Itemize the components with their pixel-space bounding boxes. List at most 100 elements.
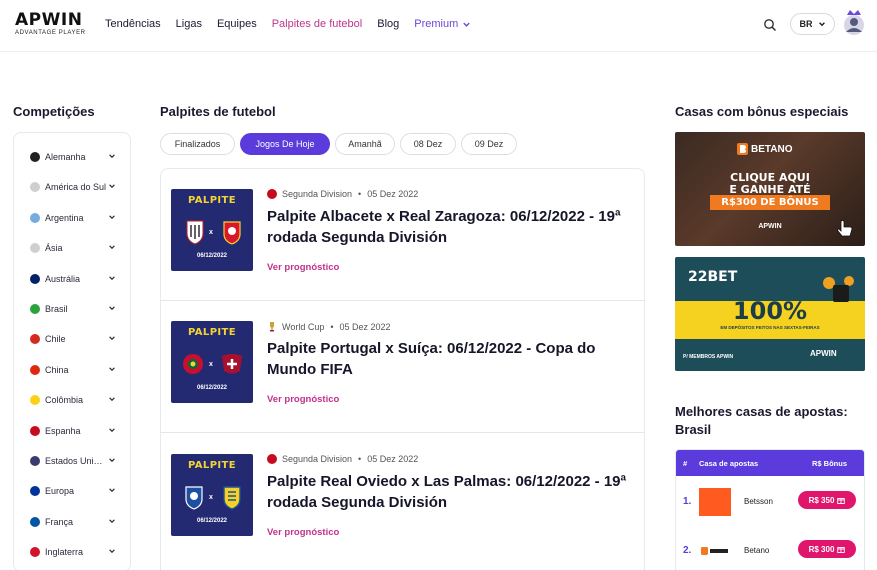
sidebar-item[interactable]: Colômbia <box>30 392 126 408</box>
nav-premium[interactable]: Premium <box>414 18 471 30</box>
bonus-amount: R$ 300 <box>808 544 835 554</box>
prediction-card[interactable]: PALPITE x 06/12/2022 Segunda Division • … <box>161 434 644 566</box>
nav-tendencias[interactable]: Tendências <box>105 18 161 30</box>
bookmaker-name[interactable]: Betsson <box>744 497 773 506</box>
sidebar-item[interactable]: Europa <box>30 483 126 499</box>
chevron-down-icon[interactable] <box>108 517 116 525</box>
team-crest-icon <box>223 221 241 245</box>
chevron-down-icon[interactable] <box>108 182 116 190</box>
user-avatar-icon[interactable] <box>842 8 866 36</box>
view-prediction-link[interactable]: Ver prognóstico <box>267 527 339 538</box>
betano-banner[interactable]: BETANO CLIQUE AQUI E GANHE ATÉ R$300 DE … <box>675 132 865 246</box>
bookmaker-ranking: # Casa de apostas R$ Bônus 1. Betsson R$… <box>675 449 865 570</box>
sidebar-item[interactable]: Chile <box>30 331 126 347</box>
country-flag-icon <box>30 486 40 497</box>
chevron-down-icon[interactable] <box>108 152 116 160</box>
chevron-down-icon[interactable] <box>108 304 116 312</box>
chevron-down-icon[interactable] <box>108 426 116 434</box>
tab-amanha[interactable]: Amanhã <box>335 133 395 155</box>
card-date: 05 Dez 2022 <box>367 454 419 464</box>
chevron-down-icon[interactable] <box>108 243 116 251</box>
team-crest-icon <box>186 220 204 245</box>
site-logo[interactable]: APWIN ADVANTAGE PLAYER <box>15 12 91 37</box>
pointer-hand-icon <box>837 220 853 237</box>
betano-brand-label: BETANO <box>751 143 793 155</box>
bonus-section-title: Casas com bônus especiais <box>675 104 849 119</box>
sidebar-item-label: Europa <box>45 486 75 497</box>
banner-terms: EM DEPÓSITOS FEITOS NAS SEXTAS-FEIRAS <box>720 325 820 330</box>
nav-palpites[interactable]: Palpites de futebol <box>272 18 363 30</box>
ranking-row[interactable]: 2. Betano R$ 300 <box>676 533 864 569</box>
sidebar-item[interactable]: Estados Unidos <box>30 453 126 469</box>
ranking-col-house: Casa de apostas <box>699 459 759 468</box>
sidebar-item[interactable]: Ásia <box>30 240 126 256</box>
chevron-down-icon <box>463 22 470 27</box>
sidebar-item[interactable]: China <box>30 362 126 378</box>
country-flag-icon <box>30 273 40 284</box>
team-crest-icon <box>222 354 242 374</box>
sidebar-item[interactable]: Argentina <box>30 210 126 226</box>
22bet-banner[interactable]: 22BET 100% EM DEPÓSITOS FEITOS NAS SEXTA… <box>675 257 865 371</box>
sidebar-item[interactable]: Brasil <box>30 301 126 317</box>
sidebar-item[interactable]: Alemanha <box>30 149 126 165</box>
ranking-title: Melhores casas de apostas: Brasil <box>675 404 848 437</box>
prediction-thumbnail[interactable]: PALPITE x 06/12/2022 <box>171 189 253 271</box>
prediction-card[interactable]: PALPITE x 06/12/2022 Segunda Division • … <box>161 169 644 301</box>
prediction-thumbnail[interactable]: PALPITE x 06/12/2022 <box>171 321 253 403</box>
predictions-feed: PALPITE x 06/12/2022 Segunda Division • … <box>160 168 645 570</box>
tab-08-dez[interactable]: 08 Dez <box>400 133 456 155</box>
chevron-down-icon[interactable] <box>108 365 116 373</box>
ranking-col-bonus: R$ Bônus <box>812 459 848 468</box>
chevron-down-icon[interactable] <box>108 395 116 403</box>
bookmaker-name[interactable]: Betano <box>744 546 769 555</box>
nav-ligas[interactable]: Ligas <box>176 18 202 30</box>
sidebar-item[interactable]: América do Sul <box>30 179 126 195</box>
spain-flag-icon <box>267 189 277 199</box>
sidebar-item[interactable]: França <box>30 514 126 530</box>
tab-finalizados[interactable]: Finalizados <box>160 133 235 155</box>
chevron-down-icon[interactable] <box>108 274 116 282</box>
team-crest-icon <box>185 486 203 510</box>
country-flag-icon <box>30 182 40 193</box>
page-title: Palpites de futebol <box>160 104 276 119</box>
sidebar-item[interactable]: Inglaterra <box>30 544 126 560</box>
betano-logo-icon <box>699 537 731 565</box>
chevron-down-icon[interactable] <box>108 334 116 342</box>
22bet-brand: 22BET <box>688 269 738 285</box>
country-flag-icon <box>30 304 40 314</box>
sidebar-item-label: Colômbia <box>45 395 84 406</box>
view-prediction-link[interactable]: Ver prognóstico <box>267 262 339 273</box>
nav-equipes[interactable]: Equipes <box>217 18 257 30</box>
search-icon[interactable] <box>763 18 777 32</box>
card-title[interactable]: Palpite Portugal x Suíça: 06/12/2022 - C… <box>267 338 639 380</box>
prediction-card[interactable]: PALPITE x 06/12/2022 World Cup • 05 Dez … <box>161 301 644 433</box>
sidebar-item-label: América do Sul <box>45 182 107 193</box>
sidebar-item-label: Argentina <box>45 212 84 223</box>
meta-separator: • <box>358 454 362 464</box>
sidebar-item-label: China <box>45 364 69 375</box>
view-prediction-link[interactable]: Ver prognóstico <box>267 394 339 405</box>
team-crest-icon <box>183 354 203 374</box>
betano-logo-icon <box>737 143 748 155</box>
chevron-down-icon[interactable] <box>108 486 116 494</box>
claim-bonus-button[interactable]: R$ 300 <box>798 540 856 558</box>
chevron-down-icon[interactable] <box>108 456 116 464</box>
ranking-col-num: # <box>683 459 688 468</box>
chevron-down-icon[interactable] <box>108 547 116 555</box>
tab-09-dez[interactable]: 09 Dez <box>461 133 517 155</box>
sidebar-item[interactable]: Espanha <box>30 423 126 439</box>
sidebar-item[interactable]: Austrália <box>30 271 126 287</box>
tab-jogos-de-hoje[interactable]: Jogos De Hoje <box>240 133 330 155</box>
card-title[interactable]: Palpite Albacete x Real Zaragoza: 06/12/… <box>267 206 639 248</box>
claim-bonus-button[interactable]: R$ 350 <box>798 491 856 509</box>
prediction-thumbnail[interactable]: PALPITE x 06/12/2022 <box>171 454 253 536</box>
competitions-list: Alemanha América do Sul Argentina Ásia Austr… <box>13 132 131 570</box>
nav-blog[interactable]: Blog <box>377 18 399 30</box>
ranking-row[interactable]: 1. Betsson R$ 350 <box>676 484 864 520</box>
country-flag-icon <box>30 364 40 375</box>
card-title[interactable]: Palpite Real Oviedo x Las Palmas: 06/12/… <box>267 471 639 513</box>
chevron-down-icon[interactable] <box>108 213 116 221</box>
gift-icon <box>837 547 846 553</box>
language-selector[interactable]: BR <box>790 13 835 35</box>
sidebar-item-label: França <box>45 516 74 527</box>
